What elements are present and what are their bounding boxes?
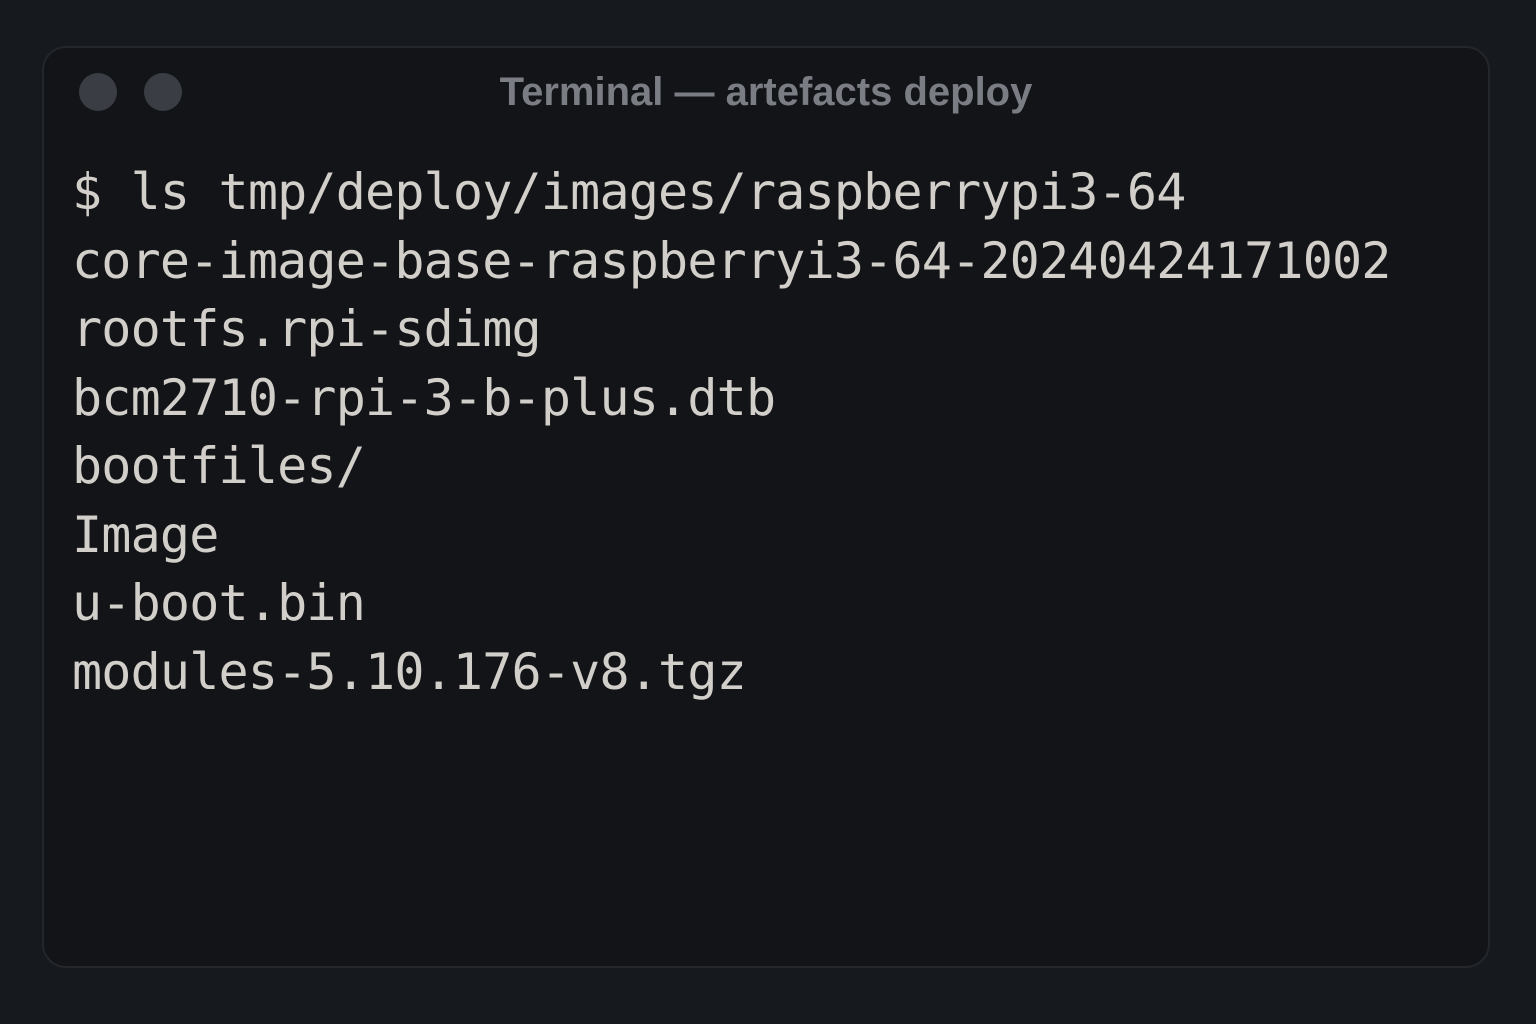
command-text: ls tmp/deploy/images/raspberrypi3-64 xyxy=(130,163,1187,221)
output-line: Image xyxy=(72,505,219,564)
title-bar[interactable]: Terminal — artefacts deploy xyxy=(44,48,1488,140)
output-line: bootfiles/ xyxy=(72,437,366,495)
terminal-window: Terminal — artefacts deploy $ ls tmp/dep… xyxy=(42,46,1490,968)
output-line: modules-5.10.176-v8.tgz xyxy=(72,642,747,701)
output-line: rootfs.rpi-sdimg xyxy=(72,300,542,358)
terminal-body[interactable]: $ ls tmp/deploy/images/raspberrypi3-64 c… xyxy=(72,158,1478,706)
output-line: bcm2710-rpi-3-b-plus.dtb xyxy=(72,368,776,427)
window-title: Terminal — artefacts deploy xyxy=(499,70,1033,114)
output-line: core-image-base-raspberryi3-64-202404241… xyxy=(72,231,1391,290)
output-line: u-boot.bin xyxy=(72,574,366,632)
prompt-symbol: $ xyxy=(72,163,131,221)
command-line: $ ls tmp/deploy/images/raspberrypi3-64 xyxy=(72,158,1478,227)
